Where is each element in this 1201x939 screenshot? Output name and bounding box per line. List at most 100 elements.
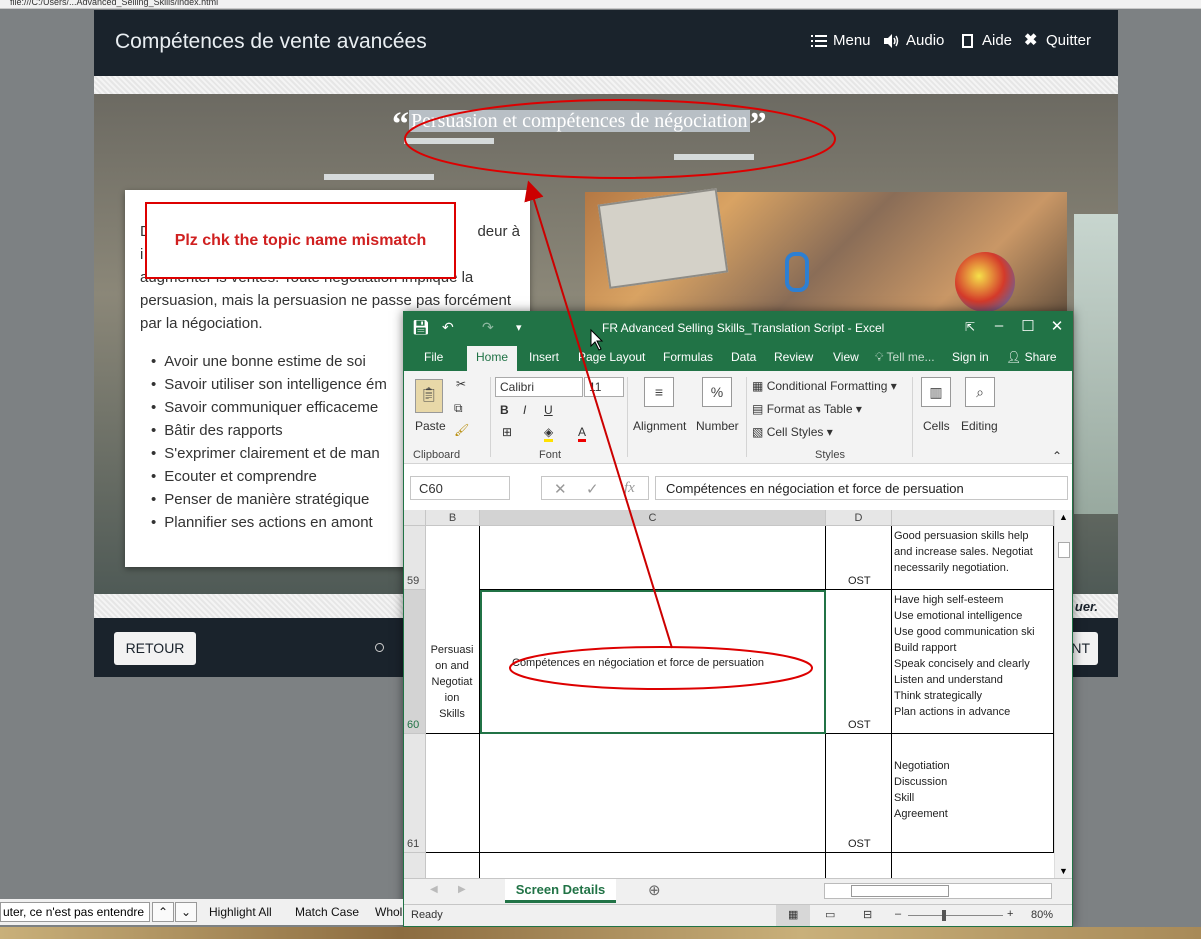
row-header[interactable]: 59	[404, 526, 426, 590]
quit-button[interactable]: ✖ Quitter	[1024, 32, 1091, 49]
font-name-box[interactable]: Calibri	[495, 377, 583, 397]
italic-button[interactable]: I	[523, 403, 526, 417]
find-next-icon[interactable]: ⌄	[175, 902, 197, 922]
table-cell[interactable]: Have high self-esteem Use emotional intel…	[892, 590, 1054, 734]
h-scroll-thumb[interactable]	[851, 885, 949, 897]
select-all-corner[interactable]	[404, 510, 426, 526]
menu-button[interactable]: Menu	[811, 32, 871, 49]
match-case-toggle[interactable]: Match Case	[295, 905, 359, 919]
table-cell[interactable]	[480, 853, 826, 880]
sheet-tab-screen-details[interactable]: Screen Details	[505, 879, 616, 903]
zoom-slider[interactable]	[908, 915, 1003, 916]
table-cell[interactable]: Persuasi on and Negotiat ion Skills	[426, 590, 480, 734]
find-input[interactable]	[0, 902, 150, 922]
sign-in-link[interactable]: Sign in	[952, 350, 989, 364]
alignment-icon[interactable]: ≡	[644, 377, 674, 407]
table-cell[interactable]: Good persuasion skills help and increase …	[892, 526, 1054, 590]
tab-data[interactable]: Data	[731, 350, 756, 364]
format-as-table-button[interactable]: ▤ Format as Table ▾	[752, 402, 862, 416]
column-header-b[interactable]: B	[426, 510, 480, 526]
cancel-icon[interactable]: ✕	[554, 480, 567, 498]
editing-button[interactable]: Editing	[961, 419, 998, 433]
share-button[interactable]: 👤︎ Share	[1006, 350, 1057, 364]
table-cell[interactable]	[426, 734, 480, 853]
table-cell[interactable]	[426, 526, 480, 590]
page-layout-view-icon[interactable]: ▭	[825, 908, 835, 921]
font-size-box[interactable]: 11	[584, 377, 624, 397]
cell-styles-button[interactable]: ▧ Cell Styles ▾	[752, 425, 833, 439]
alignment-button[interactable]: Alignment	[633, 419, 686, 433]
bold-button[interactable]: B	[500, 403, 509, 417]
table-cell[interactable]: OST	[826, 734, 892, 853]
add-sheet-icon[interactable]: ⊕	[648, 881, 661, 899]
spreadsheet-grid[interactable]: B C D 59 OST Good persuasion skills help…	[404, 510, 1072, 880]
collapse-ribbon-icon[interactable]: ⌃	[1052, 449, 1062, 463]
tell-me-search[interactable]: 💡︎ Tell me...	[875, 350, 935, 365]
fill-color-icon[interactable]: ◈	[544, 425, 554, 442]
font-color-icon[interactable]: A	[578, 425, 587, 442]
back-button[interactable]: RETOUR	[114, 632, 196, 665]
page-break-view-icon[interactable]: ⊟	[863, 908, 872, 921]
percent-icon[interactable]: %	[702, 377, 732, 407]
undo-icon[interactable]: ↶	[442, 319, 454, 336]
maximize-icon[interactable]: ☐	[1018, 317, 1038, 335]
redo-icon[interactable]: ↷	[482, 319, 494, 336]
zoom-out-icon[interactable]: –	[895, 908, 901, 920]
name-box[interactable]: C60	[410, 476, 510, 500]
progress-dot[interactable]	[375, 643, 384, 652]
ribbon-display-icon[interactable]: ⇱	[960, 320, 980, 334]
horizontal-scrollbar[interactable]	[824, 883, 1052, 899]
vertical-scrollbar[interactable]: ▲ ▼	[1054, 510, 1072, 880]
clipboard-icon[interactable]: 📋︎	[415, 379, 443, 413]
cells-button[interactable]: Cells	[923, 419, 950, 433]
scroll-up-icon[interactable]: ▲	[1059, 512, 1068, 522]
copy-icon[interactable]: ⧉	[454, 401, 463, 416]
tab-home[interactable]: Home	[467, 346, 518, 371]
zoom-in-icon[interactable]: +	[1007, 908, 1013, 920]
tab-view[interactable]: View	[833, 350, 859, 364]
underline-button[interactable]: U	[544, 403, 553, 417]
whole-words-toggle[interactable]: Whol	[375, 905, 402, 919]
cut-icon[interactable]: ✂	[456, 377, 466, 391]
cells-icon[interactable]: ▥	[921, 377, 951, 407]
row-header[interactable]: 61	[404, 734, 426, 853]
format-painter-icon[interactable]: 🖌︎	[454, 423, 469, 437]
table-cell[interactable]: OST	[826, 590, 892, 734]
table-cell[interactable]	[426, 853, 480, 880]
save-icon[interactable]: 💾︎	[412, 319, 430, 336]
tab-formulas[interactable]: Formulas	[663, 350, 713, 364]
next-sheet-icon[interactable]: ▶	[458, 884, 466, 895]
help-button[interactable]: Aide	[960, 32, 1012, 49]
highlight-all-toggle[interactable]: Highlight All	[209, 905, 272, 919]
find-previous-icon[interactable]: ⌃	[152, 902, 174, 922]
table-cell[interactable]: Negotiation Discussion Skill Agreement	[892, 734, 1054, 853]
table-cell[interactable]	[826, 853, 892, 880]
enter-icon[interactable]: ✓	[586, 480, 599, 498]
row-header[interactable]: 60	[404, 590, 426, 734]
insert-function-icon[interactable]: fx	[624, 480, 635, 497]
table-cell[interactable]	[480, 734, 826, 853]
column-header-d[interactable]: D	[826, 510, 892, 526]
close-window-icon[interactable]: ✕	[1047, 317, 1067, 335]
table-cell[interactable]	[480, 526, 826, 590]
column-header-e[interactable]	[892, 510, 1054, 526]
selected-cell[interactable]: Compétences en négociation et force de p…	[480, 590, 826, 734]
paste-button[interactable]: Paste	[415, 419, 446, 433]
table-cell[interactable]: OST	[826, 526, 892, 590]
conditional-formatting-button[interactable]: ▦ Conditional Formatting ▾	[752, 379, 897, 393]
tab-page-layout[interactable]: Page Layout	[578, 350, 645, 364]
minimize-icon[interactable]: –	[989, 317, 1009, 334]
column-header-c[interactable]: C	[480, 510, 826, 526]
tab-insert[interactable]: Insert	[529, 350, 559, 364]
borders-icon[interactable]: ⊞	[502, 425, 512, 439]
zoom-level[interactable]: 80%	[1031, 909, 1053, 921]
formula-bar[interactable]: Compétences en négociation et force de p…	[655, 476, 1068, 500]
zoom-slider-handle[interactable]	[942, 910, 946, 921]
customize-qat-icon[interactable]: ▾	[516, 321, 522, 334]
scroll-down-icon[interactable]: ▼	[1059, 866, 1068, 876]
tab-file[interactable]: File	[424, 350, 443, 364]
search-icon[interactable]: ⌕	[965, 377, 995, 407]
prev-sheet-icon[interactable]: ◀	[430, 884, 438, 895]
scroll-thumb[interactable]	[1058, 542, 1070, 558]
number-button[interactable]: Number	[696, 419, 739, 433]
